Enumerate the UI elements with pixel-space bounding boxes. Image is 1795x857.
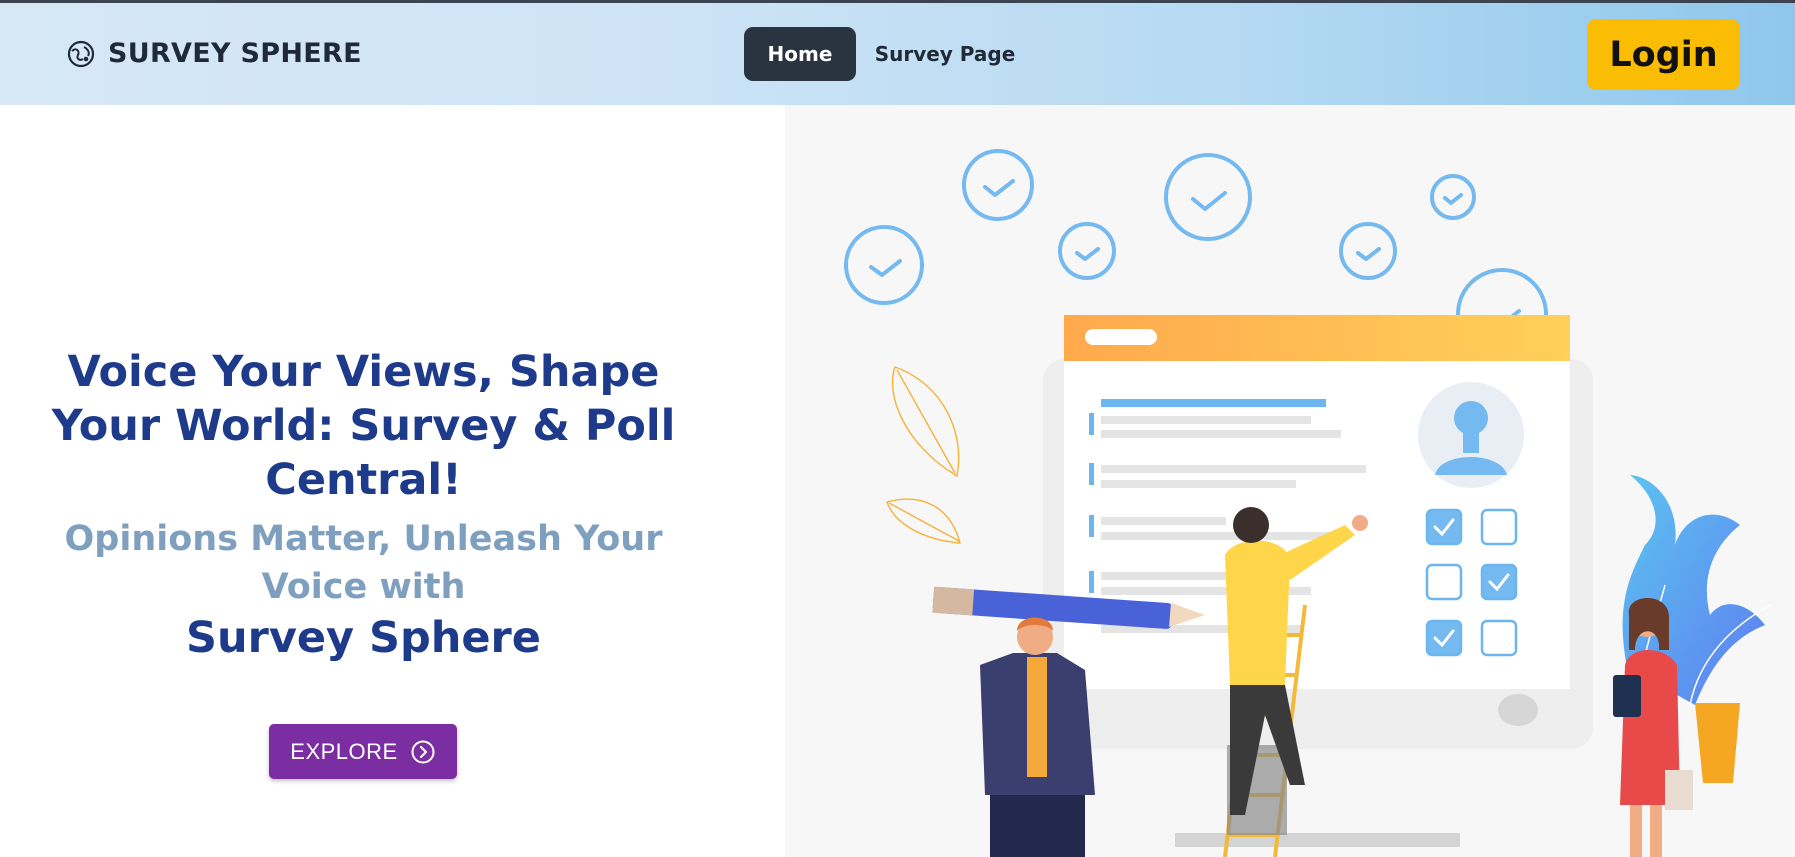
hero-subheadline: Opinions Matter, Unleash Your Voice with — [64, 519, 663, 607]
explore-button[interactable]: EXPLORE — [269, 724, 457, 779]
login-button[interactable]: Login — [1587, 19, 1740, 90]
brand-name: SURVEY SPHERE — [108, 38, 362, 69]
hero-brand-name: Survey Sphere — [186, 613, 541, 663]
survey-illustration — [844, 149, 1771, 857]
explore-label: EXPLORE — [290, 738, 398, 764]
nav-link-home[interactable]: Home — [744, 27, 856, 81]
hero-illustration — [785, 105, 1795, 857]
chevron-right-circle-icon — [411, 740, 435, 763]
nav-link-survey-page[interactable]: Survey Page — [870, 27, 1020, 81]
brand[interactable]: SURVEY SPHERE — [66, 38, 362, 69]
globe-icon — [67, 40, 95, 67]
hero-text-section: Voice Your Views, Shape Your World: Surv… — [0, 105, 785, 857]
navbar: SURVEY SPHERE Home Survey Page Login — [0, 3, 1795, 105]
hero-headline: Voice Your Views, Shape Your World: Surv… — [51, 347, 676, 505]
